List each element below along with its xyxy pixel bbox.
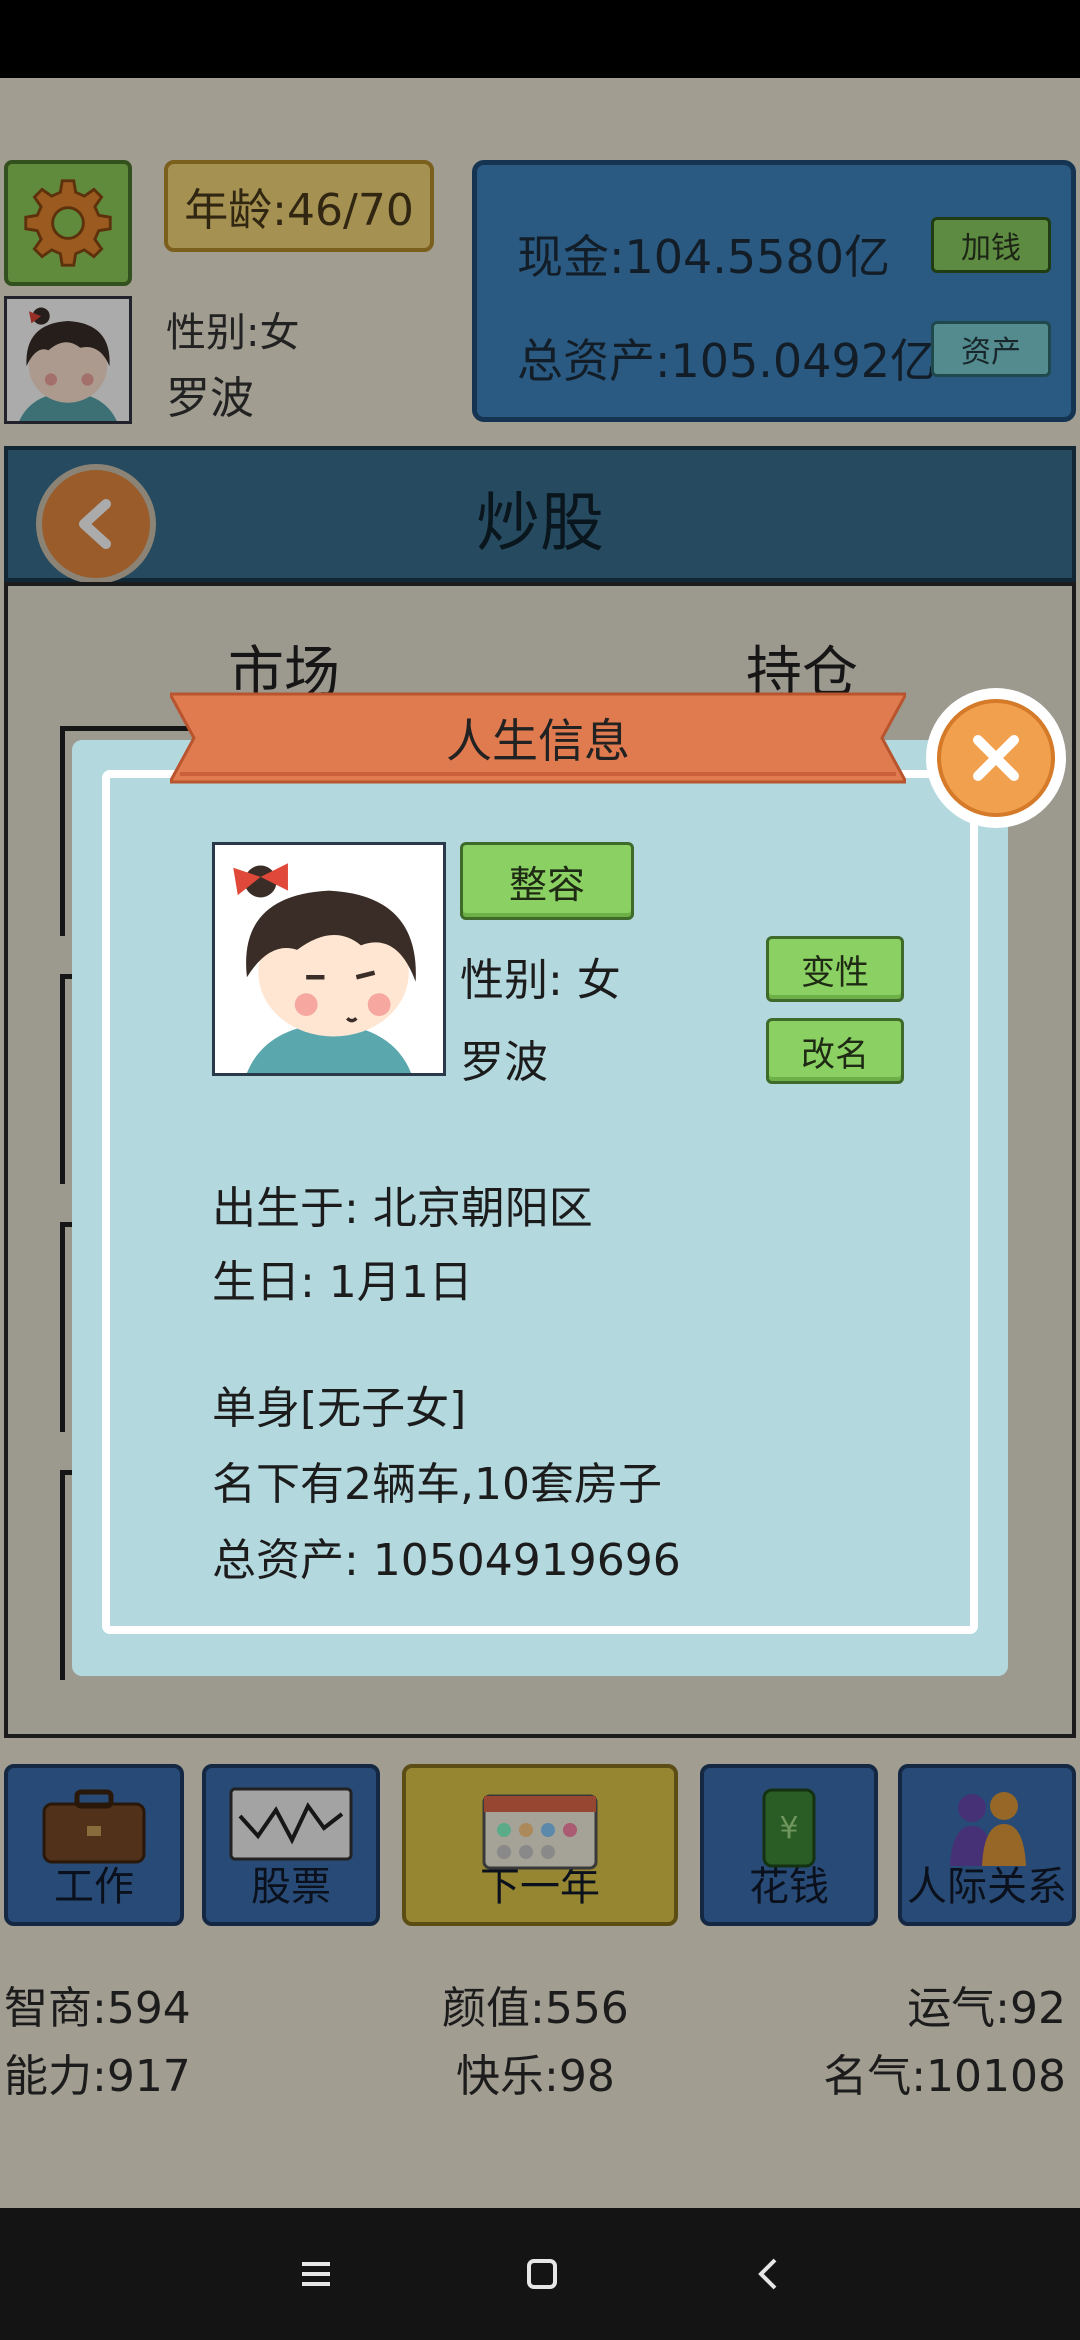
rename-button[interactable]: 改名	[766, 1018, 904, 1084]
home-nav-button[interactable]	[482, 2208, 602, 2340]
menu-nav-button[interactable]	[256, 2208, 376, 2340]
back-nav-button[interactable]	[708, 2208, 828, 2340]
close-button-face	[937, 699, 1055, 817]
home-square-icon	[527, 2259, 557, 2289]
dialog-title-ribbon: 人生信息	[167, 686, 909, 790]
character-name: 罗波	[460, 1037, 548, 1088]
character-face-icon	[215, 845, 443, 1073]
close-button[interactable]	[926, 688, 1066, 828]
plastic-surgery-button[interactable]: 整容	[460, 842, 634, 920]
marital-status-text: 单身[无子女]	[212, 1383, 467, 1434]
gender-label: 性别: 女	[460, 955, 621, 1006]
back-arrow-icon	[758, 2258, 777, 2290]
birthday-text: 生日: 1月1日	[212, 1257, 473, 1308]
menu-icon	[302, 2262, 330, 2286]
navigation-bar	[0, 2208, 1080, 2340]
dialog-title: 人生信息	[446, 714, 630, 768]
property-text: 名下有2辆车,10套房子	[212, 1459, 662, 1510]
portrait	[212, 842, 446, 1076]
status-bar	[0, 0, 1080, 78]
close-icon	[973, 735, 1019, 781]
change-gender-button[interactable]: 变性	[766, 936, 904, 1002]
total-assets-text: 总资产: 10504919696	[212, 1535, 681, 1586]
birthplace-text: 出生于: 北京朝阳区	[212, 1183, 593, 1234]
